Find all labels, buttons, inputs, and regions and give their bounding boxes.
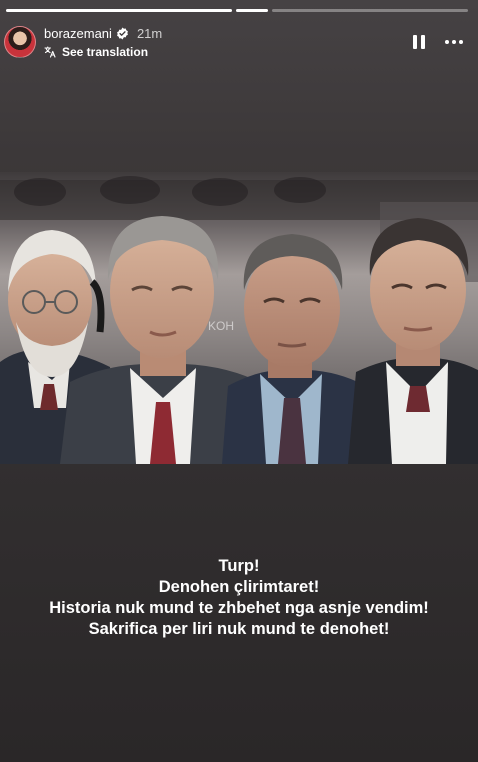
header-text: borazemani 21m See translation (44, 24, 162, 60)
see-translation-link[interactable]: See translation (62, 45, 148, 59)
post-image: KOH (0, 172, 478, 464)
more-options-icon[interactable] (442, 33, 466, 51)
pause-icon[interactable] (410, 33, 428, 51)
translate-icon (44, 46, 56, 58)
pause-bar (413, 35, 417, 49)
dot (445, 40, 449, 44)
progress-segment (6, 9, 232, 12)
verified-badge-icon (117, 27, 128, 39)
caption-line: Sakrifica per liri nuk mund te denohet! (88, 620, 390, 638)
image-watermark: KOH (208, 319, 234, 333)
dot (459, 40, 463, 44)
story-caption: Turp! Denohen çlirimtaret! Historia nuk … (0, 556, 478, 640)
pause-bar (421, 35, 425, 49)
progress-fill (236, 9, 268, 12)
men-portrait-illustration: KOH (0, 172, 478, 464)
user-row: borazemani 21m (44, 24, 162, 42)
progress-segment (272, 9, 468, 12)
story-progress (6, 9, 468, 12)
progress-segment (236, 9, 268, 12)
caption-line: Turp! (218, 557, 260, 575)
story-viewer: borazemani 21m See translation KOH Turp!… (0, 0, 478, 762)
progress-fill (6, 9, 232, 12)
story-controls (410, 33, 466, 51)
caption-line: Historia nuk mund te zhbehet nga asnje v… (49, 599, 429, 617)
username[interactable]: borazemani (44, 26, 112, 41)
dot (452, 40, 456, 44)
caption-line: Denohen çlirimtaret! (158, 578, 320, 596)
story-header: borazemani 21m See translation (4, 22, 466, 62)
time-ago: 21m (136, 25, 163, 41)
avatar[interactable] (4, 26, 36, 58)
translate-row[interactable]: See translation (44, 44, 162, 60)
